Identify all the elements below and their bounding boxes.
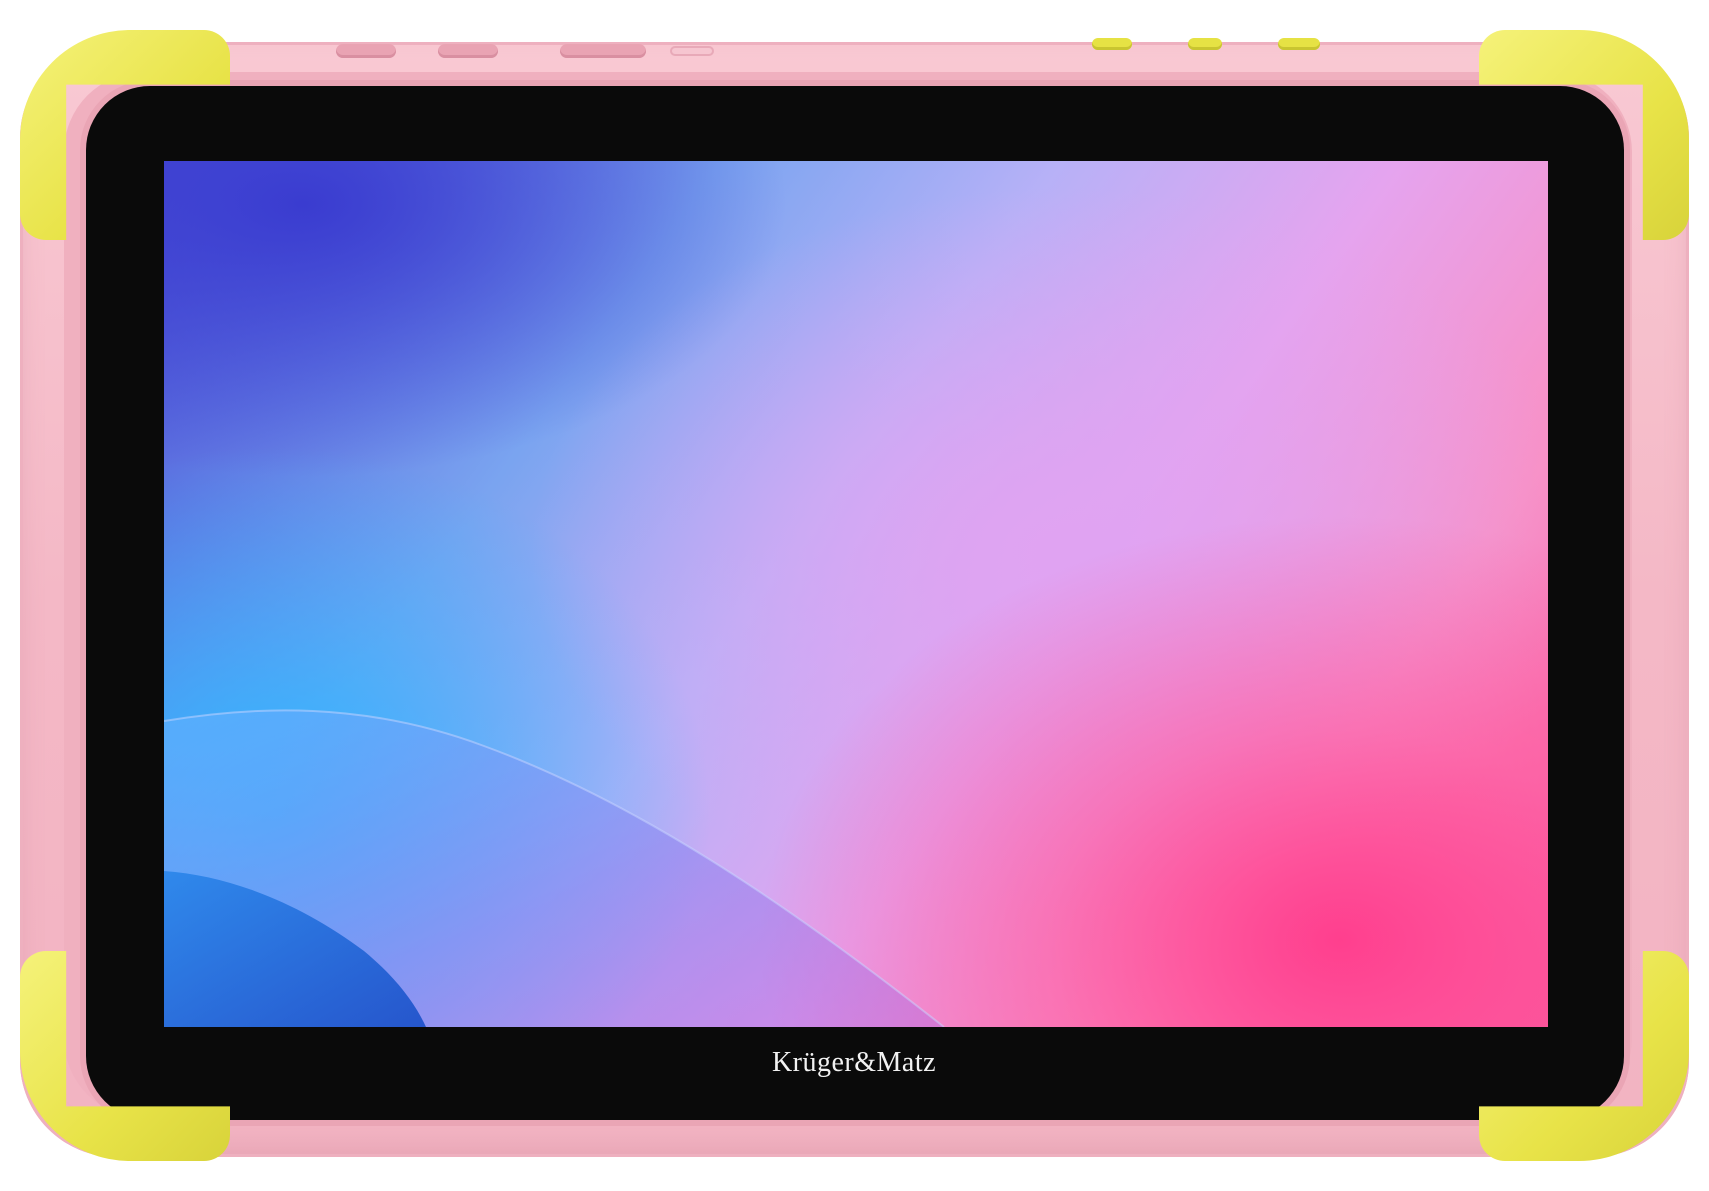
top-button-2 bbox=[438, 44, 498, 58]
tablet-product-image: Krüger&Matz bbox=[0, 0, 1709, 1191]
yellow-button-1 bbox=[1092, 38, 1132, 50]
wallpaper-screen bbox=[164, 161, 1548, 1027]
yellow-button-3 bbox=[1278, 38, 1320, 50]
wallpaper-waves bbox=[164, 709, 945, 1027]
yellow-button-2 bbox=[1188, 38, 1222, 50]
top-button-1 bbox=[336, 44, 396, 58]
brand-logo: Krüger&Matz bbox=[771, 1047, 937, 1078]
top-button-3 bbox=[560, 44, 646, 58]
usb-port bbox=[670, 46, 714, 56]
